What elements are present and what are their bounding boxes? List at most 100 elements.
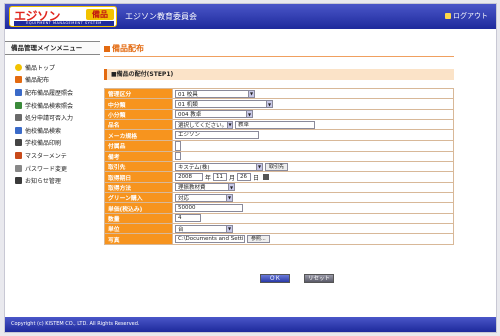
acq-method-select[interactable]: 理振教材費 ▼ xyxy=(175,183,235,192)
document-icon xyxy=(15,114,22,122)
ok-button[interactable]: ＯＫ xyxy=(260,274,290,283)
unit-select[interactable]: 台 ▼ xyxy=(175,224,233,233)
row-photo: 写真 C:\Documents and Settin 参照... xyxy=(104,233,454,245)
notes-textarea[interactable] xyxy=(175,152,181,161)
month-unit: 月 xyxy=(229,174,236,182)
row-category-mgmt: 管理区分 01 校具 ▼ xyxy=(104,87,454,100)
unit-price-input[interactable]: 50000 xyxy=(175,204,243,213)
category-small-value: 004 教卓 xyxy=(178,112,202,119)
accessories-label: 付属品 xyxy=(104,139,173,152)
row-acq-date: 取得期日 2008 年 11 月 26 日 xyxy=(104,171,454,183)
sidebar-item[interactable]: 備品トップ xyxy=(5,61,100,74)
sidebar-item-label: マスターメンテ xyxy=(25,152,67,160)
photo-label: 写真 xyxy=(104,233,173,245)
page-title-text: 備品配布 xyxy=(112,44,144,53)
sidebar-item[interactable]: 処分申請可否入力 xyxy=(5,111,100,124)
sidebar-list: 備品トップ備品配布配布備品履歴照会 学校備品検索照会 処分申請可否入力他校備品検索学… xyxy=(5,61,100,187)
app-logo[interactable]: エジソン 備品 EQUIPMENT MANAGEMENT SYSTEM xyxy=(9,6,117,27)
lock-icon xyxy=(15,164,22,172)
browse-button[interactable]: 参照... xyxy=(247,235,270,244)
calendar-icon[interactable] xyxy=(263,174,270,181)
chevron-down-icon: ▼ xyxy=(266,101,272,108)
green-select[interactable]: 対応 ▼ xyxy=(175,193,233,202)
sidebar-item-label: 他校備品検索 xyxy=(25,127,62,135)
chevron-down-icon: ▼ xyxy=(248,90,254,97)
printer-icon xyxy=(15,139,22,147)
reset-button[interactable]: リセット xyxy=(304,274,334,283)
search-icon xyxy=(15,126,22,134)
acq-method-value: 理振教材費 xyxy=(178,185,206,192)
sidebar-item[interactable]: 学校備品印刷 xyxy=(5,137,100,150)
unit-value: 台 xyxy=(178,226,184,233)
sidebar-item[interactable]: 他校備品検索 xyxy=(5,124,100,137)
chevron-down-icon: ▼ xyxy=(226,194,232,201)
chevron-down-icon: ▼ xyxy=(256,163,262,170)
sidebar-item[interactable]: パスワード変更 xyxy=(5,162,100,175)
category-mid-select[interactable]: 01 机類 ▼ xyxy=(175,100,273,109)
sidebar-title: 備品管理メインメニュー xyxy=(5,41,100,55)
category-small-label: 小分類 xyxy=(104,108,173,121)
supplier-button[interactable]: 取引先 xyxy=(265,162,289,171)
photo-file-input[interactable]: C:\Documents and Settin xyxy=(175,235,245,244)
chevron-down-icon: ▼ xyxy=(227,121,232,128)
gear-icon xyxy=(15,151,22,159)
form-actions: ＯＫ リセット xyxy=(260,274,334,283)
supplier-value: キステム(株) xyxy=(178,164,210,171)
chevron-down-icon: ▼ xyxy=(228,184,234,191)
green-label: グリーン購入 xyxy=(104,192,173,204)
maker-input[interactable]: エジソン xyxy=(175,131,259,140)
category-small-select[interactable]: 004 教卓 ▼ xyxy=(175,110,253,119)
logo-subtitle: EQUIPMENT MANAGEMENT SYSTEM xyxy=(14,21,114,26)
quantity-label: 数量 xyxy=(104,212,173,225)
header-bar: エジソン 備品 EQUIPMENT MANAGEMENT SYSTEM エジソン… xyxy=(5,4,496,29)
sidebar-item[interactable]: マスターメンテ xyxy=(5,149,100,162)
green-value: 対応 xyxy=(178,195,190,202)
row-accessories: 付属品 xyxy=(104,139,454,152)
sidebar-item[interactable]: お知らせ管理 xyxy=(5,174,100,187)
maker-label: メーカ規格 xyxy=(104,129,173,141)
sidebar-item[interactable]: 配布備品履歴照会 xyxy=(5,86,100,99)
category-mid-value: 01 机類 xyxy=(178,102,198,109)
acq-day-input[interactable]: 26 xyxy=(237,173,252,182)
unit-label: 単位 xyxy=(104,223,173,235)
supplier-label: 取引先 xyxy=(104,161,173,173)
acq-month-input[interactable]: 11 xyxy=(213,173,228,182)
acq-date-label: 取得期日 xyxy=(104,171,173,183)
sidebar-item-label: パスワード変更 xyxy=(25,165,68,173)
pencil-icon xyxy=(15,177,22,185)
item-name-select-value: 選択してください。 xyxy=(178,122,228,129)
notes-label: 備考 xyxy=(104,150,173,163)
item-name-input[interactable]: 教卓 xyxy=(235,120,315,129)
year-unit: 年 xyxy=(205,174,212,182)
logo-badge: 備品 xyxy=(86,9,114,20)
logout-link[interactable]: ログアウト xyxy=(445,11,488,21)
sidebar-item[interactable]: 学校備品検索照会 xyxy=(5,99,100,112)
supplier-select[interactable]: キステム(株) ▼ xyxy=(175,162,263,171)
sidebar-item-label: 備品配布 xyxy=(25,77,50,85)
quantity-input[interactable]: 4 xyxy=(175,214,201,223)
sidebar-item-label: 学校備品検索照会 xyxy=(25,102,74,110)
main-content: 備品配布 ■備品の配付(STEP1) 管理区分 01 校具 ▼ 中分類 01 机類… xyxy=(104,41,454,245)
row-green: グリーン購入 対応 ▼ xyxy=(104,192,454,204)
chevron-down-icon: ▼ xyxy=(226,225,232,232)
row-unit-price: 単価(税込み) 50000 xyxy=(104,202,454,214)
row-category-mid: 中分類 01 机類 ▼ xyxy=(104,98,454,110)
step-heading: ■備品の配付(STEP1) xyxy=(104,69,454,80)
category-mgmt-label: 管理区分 xyxy=(104,87,173,100)
app-window: エジソン 備品 EQUIPMENT MANAGEMENT SYSTEM エジソン… xyxy=(4,3,497,333)
row-category-small: 小分類 004 教卓 ▼ xyxy=(104,108,454,121)
organization-title: エジソン教育委員会 xyxy=(125,12,197,21)
item-name-select[interactable]: 選択してください。 ▼ xyxy=(175,120,233,129)
row-unit: 単位 台 ▼ xyxy=(104,223,454,235)
sidebar-item-label: 学校備品印刷 xyxy=(25,140,62,148)
chevron-down-icon: ▼ xyxy=(246,111,252,118)
logout-icon xyxy=(445,13,451,19)
search-icon xyxy=(15,101,22,109)
sidebar-item[interactable]: 備品配布 xyxy=(5,74,100,87)
item-name-label: 品名 xyxy=(104,119,173,131)
acq-year-input[interactable]: 2008 xyxy=(175,173,203,182)
logout-label: ログアウト xyxy=(453,12,488,20)
sidebar-item-label: 配布備品履歴照会 xyxy=(25,89,74,97)
accessories-textarea[interactable] xyxy=(175,140,181,151)
category-mgmt-select[interactable]: 01 校具 ▼ xyxy=(175,89,255,98)
